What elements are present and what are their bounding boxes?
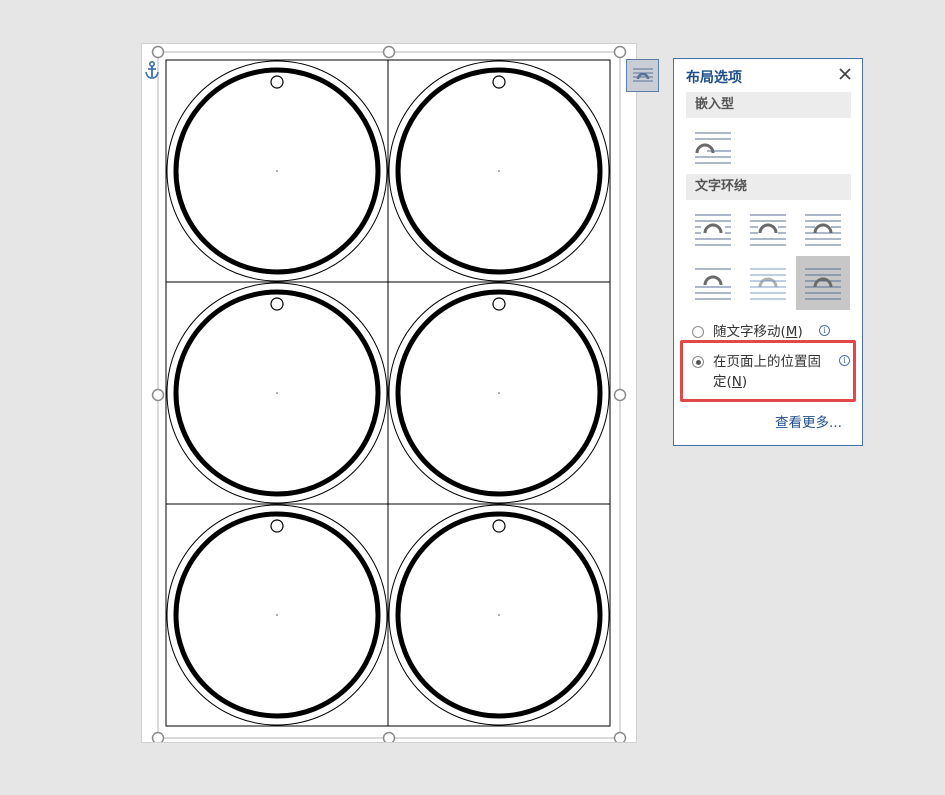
wrap-tight-option[interactable]	[741, 202, 795, 256]
hang-hole	[270, 519, 284, 533]
anchor-icon[interactable]	[144, 60, 160, 82]
wrap-square-option[interactable]	[686, 202, 740, 256]
wrap-tight-icon	[750, 214, 786, 246]
page-graphic[interactable]	[142, 44, 636, 742]
wrap-in-front-icon	[805, 268, 841, 300]
close-icon[interactable]	[837, 66, 853, 82]
center-mark	[276, 170, 278, 172]
hang-hole	[492, 297, 506, 311]
center-mark	[498, 392, 500, 394]
center-mark	[276, 392, 278, 394]
wrap-in-front-option[interactable]	[796, 256, 850, 310]
section-wrap: 文字环绕	[686, 174, 851, 200]
section-inline: 嵌入型	[686, 92, 851, 118]
wrap-behind-text-option[interactable]	[741, 256, 795, 310]
wrap-through-icon	[805, 214, 841, 246]
highlight-annotation	[680, 340, 856, 402]
hang-hole	[270, 75, 284, 89]
layout-options-button[interactable]	[626, 59, 659, 92]
center-mark	[276, 614, 278, 616]
wrap-inline-option[interactable]	[686, 120, 740, 174]
center-mark	[498, 170, 500, 172]
see-more-link[interactable]: 查看更多...	[775, 411, 842, 431]
hang-hole	[492, 519, 506, 533]
wrap-square-icon	[695, 214, 731, 246]
wrap-inline-icon	[695, 132, 731, 164]
document-page	[142, 44, 636, 742]
wrap-behind-text-icon	[750, 268, 786, 300]
wrap-top-bottom-icon	[695, 268, 731, 300]
wrap-through-option[interactable]	[796, 202, 850, 256]
center-mark	[498, 614, 500, 616]
move-with-text-radio[interactable]	[692, 326, 704, 338]
panel-title: 布局选项	[686, 70, 742, 86]
wrap-top-bottom-option[interactable]	[686, 256, 740, 310]
info-icon[interactable]: i	[819, 325, 830, 336]
hang-hole	[492, 75, 506, 89]
wrap-in-front-icon	[633, 68, 653, 82]
hang-hole	[270, 297, 284, 311]
